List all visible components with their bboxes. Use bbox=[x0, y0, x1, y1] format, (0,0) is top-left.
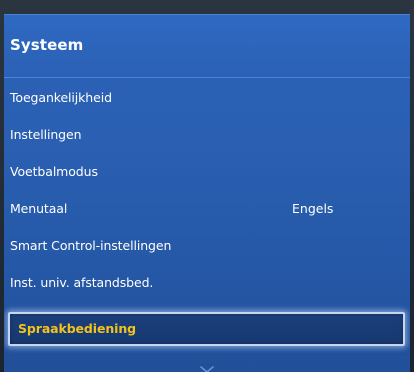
menu-item-smart-control-settings[interactable]: Smart Control-instellingen bbox=[4, 226, 410, 263]
menu-item-universal-remote-setup[interactable]: Inst. univ. afstandsbed. bbox=[4, 263, 410, 300]
chevron-down-icon[interactable] bbox=[200, 359, 214, 372]
menu-item-label: Menutaal bbox=[10, 201, 68, 216]
menu-item-football-mode[interactable]: Voetbalmodus bbox=[4, 152, 410, 189]
panel-header: Systeem bbox=[4, 15, 410, 78]
system-menu-list: Toegankelijkheid Instellingen Voetbalmod… bbox=[4, 78, 410, 346]
menu-item-menu-language[interactable]: Menutaal Engels bbox=[4, 189, 410, 226]
menu-language-value: Engels bbox=[292, 201, 334, 216]
menu-item-label: Instellingen bbox=[10, 127, 82, 142]
menu-item-accessibility[interactable]: Toegankelijkheid bbox=[4, 78, 410, 115]
menu-item-label: Spraakbediening bbox=[18, 321, 136, 336]
tv-screen: Systeem Toegankelijkheid Instellingen Vo… bbox=[0, 0, 414, 372]
menu-item-label: Voetbalmodus bbox=[10, 164, 98, 179]
chevron-down-icon bbox=[200, 366, 214, 372]
system-menu-panel: Systeem Toegankelijkheid Instellingen Vo… bbox=[4, 14, 410, 372]
menu-item-label: Toegankelijkheid bbox=[10, 90, 112, 105]
menu-item-voice-control[interactable]: Spraakbediening bbox=[8, 312, 405, 346]
page-title: Systeem bbox=[10, 36, 84, 54]
menu-item-label: Smart Control-instellingen bbox=[10, 238, 172, 253]
menu-item-settings[interactable]: Instellingen bbox=[4, 115, 410, 152]
menu-item-label: Inst. univ. afstandsbed. bbox=[10, 275, 154, 290]
